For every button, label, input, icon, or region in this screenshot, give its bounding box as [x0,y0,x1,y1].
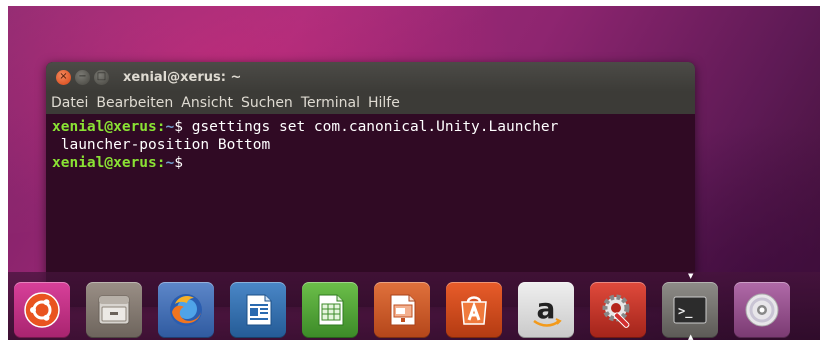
minimize-window-button[interactable]: − [75,69,90,85]
active-indicator-bottom: ▲ [688,333,694,340]
files-icon [98,295,130,325]
prompt-symbol: $ [174,119,183,135]
terminal-glyph: >_ [678,304,693,319]
menu-ansicht[interactable]: Ansicht [180,95,234,111]
launcher-item-terminal[interactable]: >_ [662,282,718,338]
libreoffice-impress-icon [390,294,416,326]
amazon-icon: a [533,292,562,327]
window-titlebar[interactable]: × − □ xenial@xerus: ~ [46,62,695,92]
menubar: Datei Bearbeiten Ansicht Suchen Terminal… [46,92,695,114]
launcher-item-dvd[interactable] [734,282,790,338]
menu-suchen[interactable]: Suchen [240,95,294,111]
system-settings-icon [602,294,630,328]
menu-bearbeiten[interactable]: Bearbeiten [95,95,174,111]
launcher-item-impress[interactable] [374,282,430,338]
libreoffice-calc-icon [318,294,344,326]
launcher-item-writer[interactable] [230,282,286,338]
command-text: gsettings set com.canonical.Unity.Launch… [182,119,559,135]
close-window-button[interactable]: × [56,69,71,85]
menu-hilfe[interactable]: Hilfe [367,95,401,111]
prompt-colon: : [156,119,166,135]
firefox-icon [170,294,202,326]
launcher-item-amazon[interactable]: a [518,282,574,338]
prompt-symbol: $ [174,155,183,171]
launcher-item-software[interactable] [446,282,502,338]
menu-datei[interactable]: Datei [50,95,89,111]
amazon-letter: a [537,292,556,325]
launcher-item-files[interactable] [86,282,142,338]
ubuntu-dash-icon [24,292,60,328]
dvd-drive-icon [745,293,779,327]
active-indicator-top: ▼ [688,272,694,280]
launcher-item-firefox[interactable] [158,282,214,338]
terminal-output[interactable]: xenial@xerus:~$ gsettings set com.canoni… [46,114,695,172]
launcher-item-dash[interactable] [14,282,70,338]
unity-launcher: a >_ [8,272,820,340]
prompt-colon: : [156,155,166,171]
prompt-user: xenial@xerus [52,155,157,171]
window-title: xenial@xerus: ~ [123,69,242,85]
terminal-line: xenial@xerus:~$ [52,154,695,172]
terminal-window[interactable]: × − □ xenial@xerus: ~ Datei Bearbeiten A… [46,62,695,307]
prompt-path: ~ [165,155,175,171]
prompt-path: ~ [165,119,175,135]
terminal-icon: >_ [673,296,707,324]
menu-terminal[interactable]: Terminal [300,95,361,111]
launcher-item-calc[interactable] [302,282,358,338]
ubuntu-software-icon [461,296,487,325]
terminal-line: xenial@xerus:~$ gsettings set com.canoni… [52,118,695,136]
terminal-line: launcher-position Bottom [52,136,695,154]
desktop-wallpaper: × − □ xenial@xerus: ~ Datei Bearbeiten A… [8,6,820,340]
launcher-item-settings[interactable] [590,282,646,338]
maximize-window-button[interactable]: □ [94,69,109,85]
command-continuation: launcher-position Bottom [52,137,271,153]
prompt-user: xenial@xerus [52,119,157,135]
libreoffice-writer-icon [246,294,272,326]
